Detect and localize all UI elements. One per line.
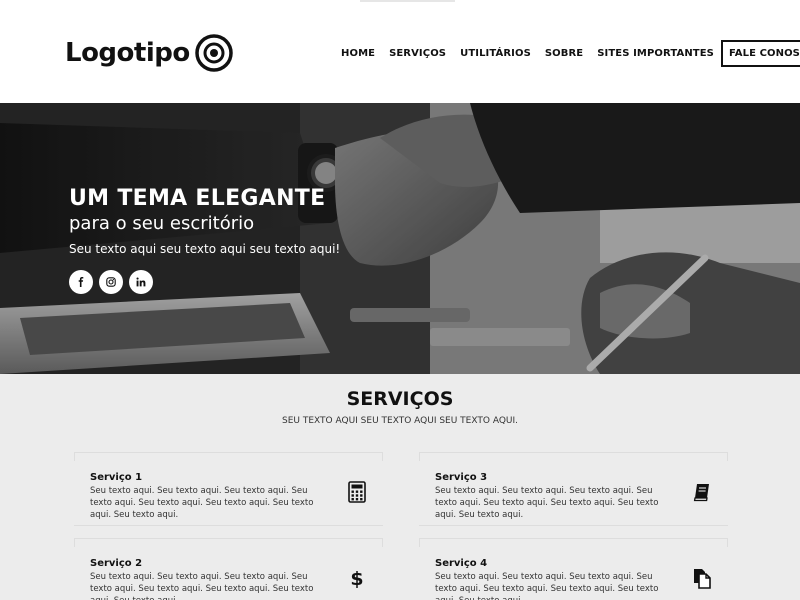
logo-text: Logotipo bbox=[65, 38, 190, 68]
services-heading: SERVIÇOS bbox=[346, 388, 454, 410]
linkedin-icon bbox=[136, 277, 146, 287]
service-card-1[interactable]: Serviço 1 Seu texto aqui. Seu texto aqui… bbox=[74, 452, 383, 526]
site-header: Logotipo HOME SERVIÇOS UTILITÁRIOS SOBRE… bbox=[0, 0, 800, 103]
service-card-text: Seu texto aqui. Seu texto aqui. Seu text… bbox=[435, 486, 659, 520]
logo[interactable]: Logotipo bbox=[65, 33, 234, 73]
instagram-icon bbox=[106, 277, 116, 287]
facebook-icon bbox=[78, 277, 84, 287]
calculator-icon bbox=[348, 481, 366, 503]
service-card-text: Seu texto aqui. Seu texto aqui. Seu text… bbox=[90, 572, 314, 600]
hero-text: Seu texto aqui seu texto aqui seu texto … bbox=[69, 242, 341, 256]
services-subheading: SEU TEXTO AQUI SEU TEXTO AQUI SEU TEXTO … bbox=[282, 416, 518, 426]
top-divider bbox=[360, 0, 455, 2]
service-card-4[interactable]: Serviço 4 Seu texto aqui. Seu texto aqui… bbox=[419, 538, 728, 600]
instagram-button[interactable] bbox=[99, 270, 123, 294]
hero-subtitle: para o seu escritório bbox=[69, 213, 255, 234]
target-icon bbox=[194, 34, 233, 72]
service-card-title: Serviço 4 bbox=[435, 558, 488, 569]
nav-servicos[interactable]: SERVIÇOS bbox=[382, 48, 453, 59]
services-section: SERVIÇOS SEU TEXTO AQUI SEU TEXTO AQUI S… bbox=[0, 374, 800, 600]
handshake-photo bbox=[0, 103, 800, 374]
service-card-title: Serviço 3 bbox=[435, 472, 488, 483]
svg-text:$: $ bbox=[350, 568, 363, 589]
nav-home[interactable]: HOME bbox=[334, 48, 382, 59]
facebook-button[interactable] bbox=[69, 270, 93, 294]
service-card-text: Seu texto aqui. Seu texto aqui. Seu text… bbox=[90, 486, 314, 520]
book-icon bbox=[693, 484, 709, 502]
service-card-2[interactable]: Serviço 2 Seu texto aqui. Seu texto aqui… bbox=[74, 538, 383, 600]
nav-sobre[interactable]: SOBRE bbox=[538, 48, 590, 59]
documents-icon bbox=[694, 569, 711, 589]
hero-title: UM TEMA ELEGANTE bbox=[69, 186, 326, 211]
social-links bbox=[69, 270, 159, 294]
hero-banner: UM TEMA ELEGANTE para o seu escritório S… bbox=[0, 103, 800, 374]
contact-button[interactable]: FALE CONOSCO bbox=[720, 40, 800, 67]
nav-utilitarios[interactable]: UTILITÁRIOS bbox=[453, 48, 538, 59]
service-card-text: Seu texto aqui. Seu texto aqui. Seu text… bbox=[435, 572, 659, 600]
dollar-icon: $ bbox=[350, 568, 363, 589]
service-card-3[interactable]: Serviço 3 Seu texto aqui. Seu texto aqui… bbox=[419, 452, 728, 526]
nav-sites-importantes[interactable]: SITES IMPORTANTES bbox=[590, 48, 721, 59]
main-nav: HOME SERVIÇOS UTILITÁRIOS SOBRE SITES IM… bbox=[334, 40, 800, 67]
service-card-title: Serviço 1 bbox=[90, 472, 143, 483]
linkedin-button[interactable] bbox=[129, 270, 153, 294]
service-card-title: Serviço 2 bbox=[90, 558, 143, 569]
